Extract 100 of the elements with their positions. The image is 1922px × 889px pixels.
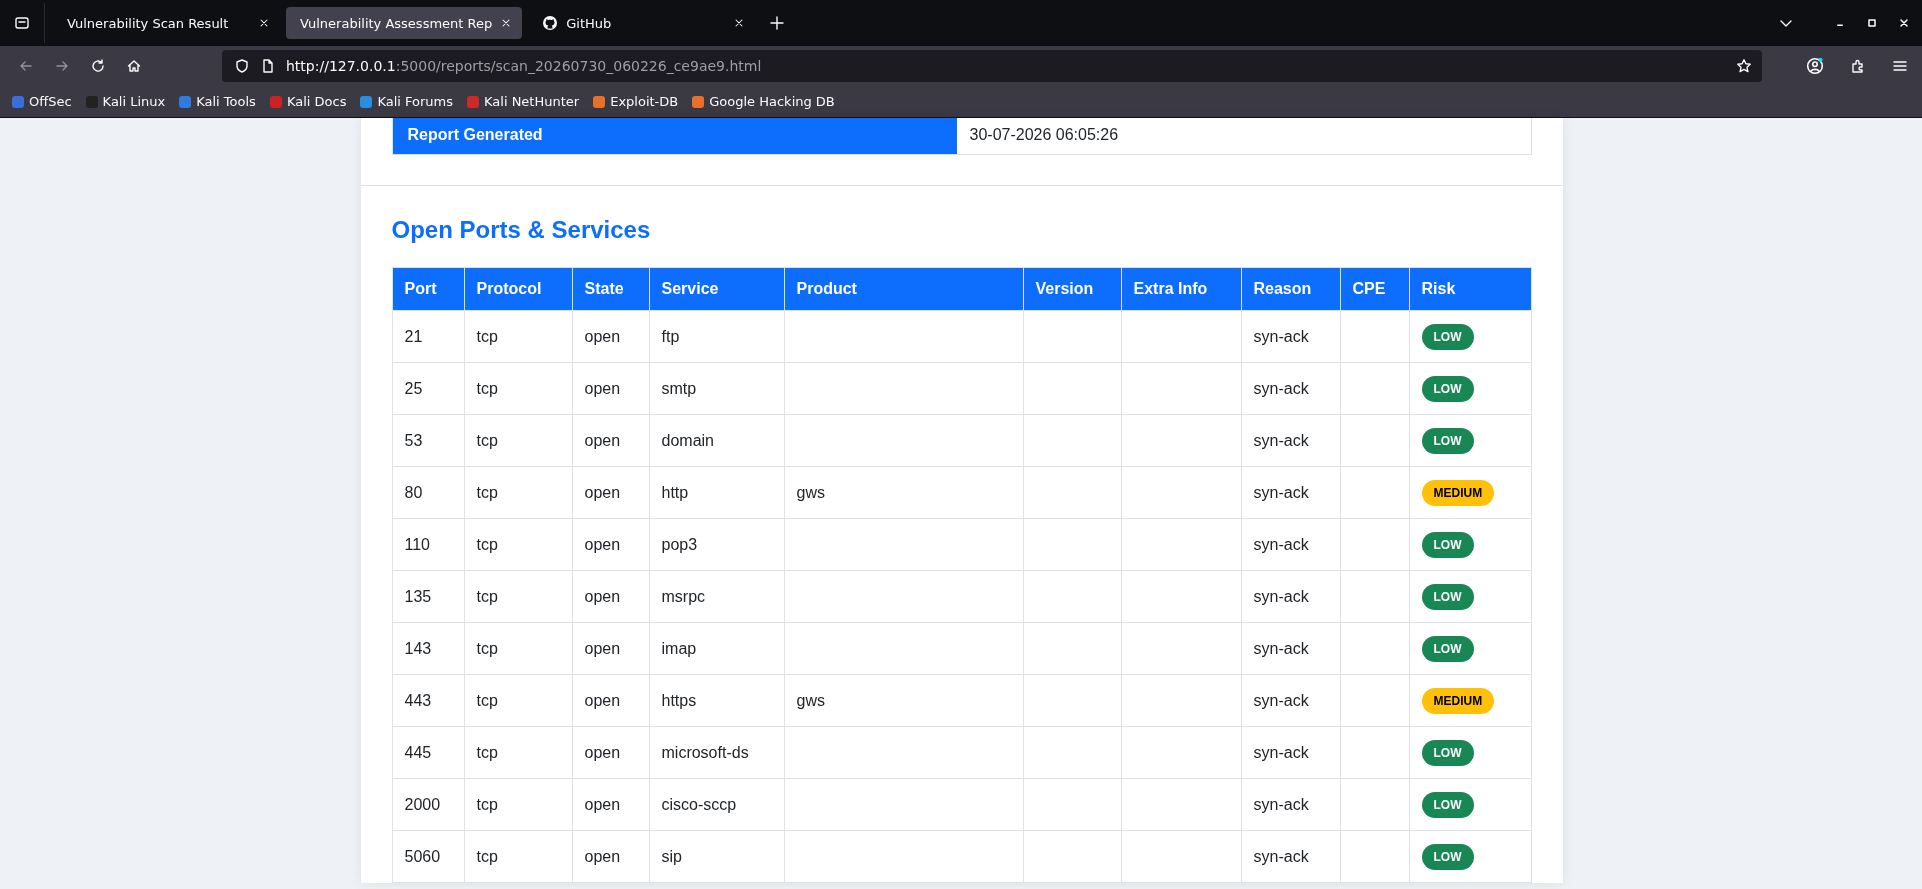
table-cell: tcp: [464, 518, 572, 571]
close-icon[interactable]: [1898, 17, 1910, 29]
table-cell: open: [572, 830, 649, 883]
risk-badge: LOW: [1421, 635, 1474, 662]
table-cell: open: [572, 622, 649, 675]
table-cell: cisco-sccp: [649, 778, 784, 831]
table-cell: syn-ack: [1241, 622, 1340, 675]
column-header: Service: [649, 267, 784, 311]
close-icon[interactable]: [258, 17, 270, 29]
table-cell: 5060: [392, 830, 464, 883]
bookmark-label: Kali Docs: [286, 94, 347, 109]
puzzle-piece-icon[interactable]: [1850, 58, 1866, 74]
table-cell: syn-ack: [1241, 362, 1340, 415]
column-header: Protocol: [464, 267, 572, 311]
bookmark-item[interactable]: Exploit-DB: [593, 94, 679, 109]
column-header: Product: [784, 267, 1023, 311]
table-cell: tcp: [464, 414, 572, 467]
risk-badge: LOW: [1421, 739, 1474, 766]
page-icon: [260, 58, 276, 74]
bookmark-label: Kali Forums: [377, 94, 454, 109]
risk-badge: MEDIUM: [1421, 687, 1495, 714]
bookmark-label: Kali Tools: [196, 94, 256, 109]
risk-badge: LOW: [1421, 531, 1474, 558]
table-cell: open: [572, 726, 649, 779]
table-cell: tcp: [464, 674, 572, 727]
column-header: Reason: [1241, 267, 1340, 311]
table-cell: http: [649, 466, 784, 519]
column-header: State: [572, 267, 649, 311]
home-icon[interactable]: [126, 58, 142, 74]
table-cell: 2000: [392, 778, 464, 831]
table-cell: pop3: [649, 518, 784, 571]
table-cell: tcp: [464, 778, 572, 831]
table-cell: 445: [392, 726, 464, 779]
table-cell: syn-ack: [1241, 414, 1340, 467]
bookmark-item[interactable]: Kali Docs: [269, 94, 347, 109]
risk-badge: LOW: [1421, 843, 1474, 870]
github-logo-icon: [542, 15, 559, 31]
table-cell: 53: [392, 414, 464, 467]
bookmark-item[interactable]: Kali Forums: [360, 94, 454, 109]
table-cell: https: [649, 674, 784, 727]
table-cell: 143: [392, 622, 464, 675]
risk-badge: LOW: [1421, 427, 1474, 454]
bookmark-item[interactable]: OffSec: [12, 94, 72, 109]
browser-tab[interactable]: Vulnerability Scan Result: [53, 7, 280, 39]
table-cell: tcp: [464, 570, 572, 623]
tab-list-icon[interactable]: [14, 15, 30, 31]
table-cell: gws: [784, 466, 1023, 519]
table-cell: tcp: [464, 362, 572, 415]
table-cell: syn-ack: [1241, 518, 1340, 571]
table-cell: open: [572, 362, 649, 415]
bookmark-item[interactable]: Kali NetHunter: [467, 94, 580, 109]
shield-icon: [234, 58, 250, 74]
table-cell: 25: [392, 362, 464, 415]
summary-label-cell: Report Generated: [392, 118, 957, 154]
maximize-icon[interactable]: [1866, 17, 1878, 29]
table-cell: syn-ack: [1241, 674, 1340, 727]
star-icon[interactable]: [1736, 58, 1752, 74]
table-cell: sip: [649, 830, 784, 883]
table-cell: open: [572, 778, 649, 831]
table-cell: syn-ack: [1241, 570, 1340, 623]
table-cell: domain: [649, 414, 784, 467]
table-cell: imap: [649, 622, 784, 675]
table-cell: open: [572, 310, 649, 363]
table-cell: 21: [392, 310, 464, 363]
table-cell: open: [572, 414, 649, 467]
section-heading: Open Ports & Services: [391, 216, 652, 244]
risk-badge: MEDIUM: [1421, 479, 1495, 506]
browser-tab[interactable]: GitHub: [528, 7, 756, 39]
menu-icon[interactable]: [1892, 58, 1908, 74]
table-cell: syn-ack: [1241, 310, 1340, 363]
table-cell: 80: [392, 466, 464, 519]
table-cell: tcp: [464, 830, 572, 883]
table-cell: open: [572, 518, 649, 571]
risk-badge: LOW: [1421, 375, 1474, 402]
table-cell: open: [572, 674, 649, 727]
bookmark-item[interactable]: Kali Tools: [179, 94, 256, 109]
bookmark-label: Exploit-DB: [610, 94, 679, 109]
column-header: Version: [1023, 267, 1121, 311]
account-icon[interactable]: [1806, 57, 1824, 75]
summary-value-cell-text: 30-07-2026 06:05:26: [968, 125, 1120, 145]
address-bar[interactable]: http://127.0.0.1:5000/reports/scan_20260730_060226_ce9ae9.html: [222, 50, 1762, 82]
risk-badge: LOW: [1421, 583, 1474, 610]
table-cell: smtp: [649, 362, 784, 415]
table-cell: open: [572, 570, 649, 623]
table-cell: msrpc: [649, 570, 784, 623]
bookmark-label: Kali Linux: [102, 94, 166, 109]
bookmark-item[interactable]: Kali Linux: [85, 94, 166, 109]
table-cell: syn-ack: [1241, 466, 1340, 519]
reload-icon[interactable]: [90, 58, 106, 74]
new-tab-icon[interactable]: [769, 15, 786, 31]
table-cell: tcp: [464, 622, 572, 675]
table-cell: tcp: [464, 310, 572, 363]
column-header: Port: [392, 267, 464, 311]
url-text: http://127.0.0.1:5000/reports/scan_20260730_060226_ce9ae9.html: [286, 58, 762, 74]
risk-badge: LOW: [1421, 791, 1474, 818]
bookmark-label: OffSec: [29, 94, 72, 109]
table-cell: tcp: [464, 726, 572, 779]
table-cell: tcp: [464, 466, 572, 519]
table-cell: syn-ack: [1241, 830, 1340, 883]
browser-tab[interactable]: Vulnerability Assessment Rep: [286, 7, 523, 39]
